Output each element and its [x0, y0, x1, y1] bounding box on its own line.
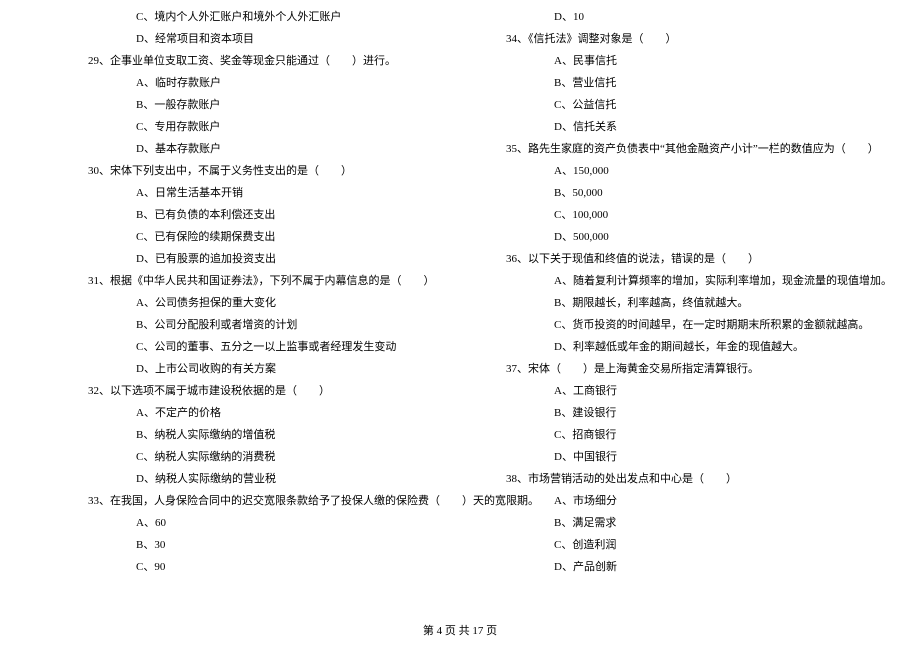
question-35: 35、路先生家庭的资产负债表中“其他金融资产小计”一栏的数值应为（ ）	[506, 138, 880, 160]
option-text: B、已有负债的本利偿还支出	[112, 204, 440, 226]
option-text: D、500,000	[530, 226, 880, 248]
question-36: 36、以下关于现值和终值的说法，错误的是（ ）	[506, 248, 880, 270]
question-31: 31、根据《中华人民共和国证券法》，下列不属于内幕信息的是（ ）	[88, 270, 440, 292]
option-text: D、已有股票的追加投资支出	[112, 248, 440, 270]
option-text: C、公益信托	[530, 94, 880, 116]
question-38: 38、市场营销活动的处出发点和中心是（ ）	[506, 468, 880, 490]
option-text: B、50,000	[530, 182, 880, 204]
option-text: D、利率越低或年金的期间越长，年金的现值越大。	[530, 336, 880, 358]
option-text: C、100,000	[530, 204, 880, 226]
option-text: B、公司分配股利或者增资的计划	[112, 314, 440, 336]
option-text: D、经常项目和资本项目	[112, 28, 440, 50]
option-text: C、90	[112, 556, 440, 578]
option-text: B、纳税人实际缴纳的增值税	[112, 424, 440, 446]
option-text: A、工商银行	[530, 380, 880, 402]
option-text: C、货币投资的时间越早，在一定时期期末所积累的金额就越高。	[530, 314, 880, 336]
option-text: A、60	[112, 512, 440, 534]
question-32: 32、以下选项不属于城市建设税依据的是（ ）	[88, 380, 440, 402]
option-text: D、基本存款账户	[112, 138, 440, 160]
option-text: C、纳税人实际缴纳的消费税	[112, 446, 440, 468]
question-34: 34、《信托法》调整对象是（ ）	[506, 28, 880, 50]
left-column: C、境内个人外汇账户和境外个人外汇账户 D、经常项目和资本项目 29、企事业单位…	[0, 6, 460, 606]
option-text: A、150,000	[530, 160, 880, 182]
option-text: B、满足需求	[530, 512, 880, 534]
option-text: A、日常生活基本开销	[112, 182, 440, 204]
option-text: B、一般存款账户	[112, 94, 440, 116]
option-text: B、30	[112, 534, 440, 556]
option-text: A、临时存款账户	[112, 72, 440, 94]
option-text: C、境内个人外汇账户和境外个人外汇账户	[112, 6, 440, 28]
question-33: 33、在我国，人身保险合同中的迟交宽限条款给予了投保人缴的保险费（ ）天的宽限期…	[88, 490, 440, 512]
content-columns: C、境内个人外汇账户和境外个人外汇账户 D、经常项目和资本项目 29、企事业单位…	[0, 6, 920, 606]
page-footer: 第 4 页 共 17 页	[0, 622, 920, 638]
question-37: 37、宋体（ ）是上海黄金交易所指定清算银行。	[506, 358, 880, 380]
option-text: D、中国银行	[530, 446, 880, 468]
option-text: D、纳税人实际缴纳的营业税	[112, 468, 440, 490]
option-text: C、招商银行	[530, 424, 880, 446]
option-text: A、公司债务担保的重大变化	[112, 292, 440, 314]
option-text: A、民事信托	[530, 50, 880, 72]
option-text: B、营业信托	[530, 72, 880, 94]
option-text: C、公司的董事、五分之一以上监事或者经理发生变动	[112, 336, 440, 358]
option-text: D、产品创新	[530, 556, 880, 578]
option-text: D、10	[530, 6, 880, 28]
option-text: A、市场细分	[530, 490, 880, 512]
option-text: C、创造利润	[530, 534, 880, 556]
right-column: D、10 34、《信托法》调整对象是（ ） A、民事信托 B、营业信托 C、公益…	[460, 6, 920, 606]
option-text: C、已有保险的续期保费支出	[112, 226, 440, 248]
option-text: D、上市公司收购的有关方案	[112, 358, 440, 380]
question-30: 30、宋体下列支出中，不属于义务性支出的是（ ）	[88, 160, 440, 182]
option-text: C、专用存款账户	[112, 116, 440, 138]
option-text: A、不定产的价格	[112, 402, 440, 424]
option-text: A、随着复利计算频率的增加，实际利率增加，现金流量的现值增加。	[530, 270, 880, 292]
option-text: B、期限越长，利率越高，终值就越大。	[530, 292, 880, 314]
option-text: B、建设银行	[530, 402, 880, 424]
option-text: D、信托关系	[530, 116, 880, 138]
question-29: 29、企事业单位支取工资、奖金等现金只能通过（ ）进行。	[88, 50, 440, 72]
